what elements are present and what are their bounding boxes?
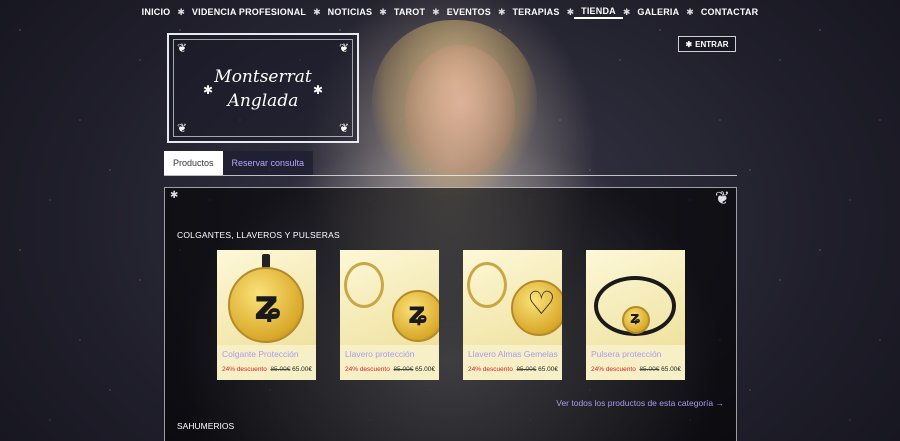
nav-separator-icon: ✱ [622,6,631,17]
nav-item-noticias[interactable]: NOTICIAS [321,7,380,17]
discount-badge: 24% descuento [345,366,390,373]
discount-badge: 24% descuento [468,366,513,373]
nav-separator-icon: ✱ [686,6,694,17]
product-name: Pulsera protección [591,349,662,359]
current-price: 65.00€ [538,366,559,373]
nav-item-inicio[interactable]: INICIO [135,7,178,17]
category-title-sahumerios: SAHUMERIOS [177,421,235,431]
flourish-icon: ❦ [714,188,730,208]
product-image: ʑ [586,250,685,345]
shop-tabs: Productos Reservar consulta [164,151,314,175]
flourish-icon: ❦ [177,121,188,135]
products-panel: ✱ ❦ COLGANTES, LLAVEROS Y PULSERAS ʑ Col… [164,187,737,441]
product-name: Colgante Protección [222,349,299,359]
product-card-llavero-proteccion[interactable]: ʑ Llavero protección 24% descuento 85.00… [340,250,439,380]
current-price: 65.00€ [415,366,436,373]
product-image: ʑ [217,250,316,345]
nav-item-tienda[interactable]: TIENDA [574,6,623,19]
login-label: ENTRAR [695,39,729,49]
current-price: 65.00€ [661,366,682,373]
product-price: 24% descuento 85.00€ 65.00€ [222,366,312,373]
tabs-divider [164,175,737,176]
main-nav: INICIO ✱ VIDENCIA PROFESIONAL ✱ NOTICIAS… [0,0,900,24]
product-image: ʑ [340,250,439,345]
product-price: 24% descuento 85.00€ 65.00€ [468,366,558,373]
old-price: 85.00€ [516,366,537,373]
flourish-icon: ❦ [338,41,349,55]
site-logo[interactable]: ❦ ❦ ❦ ❦ ✱ ✱ Montserrat Anglada [167,33,359,143]
hero-photo-face [405,45,515,175]
product-name: Llavero protección [345,349,415,359]
discount-badge: 24% descuento [591,366,636,373]
product-price: 24% descuento 85.00€ 65.00€ [591,366,681,373]
current-price: 65.00€ [292,366,313,373]
product-card-pulsera-proteccion[interactable]: ʑ Pulsera protección 24% descuento 85.00… [586,250,685,380]
nav-separator-icon: ✱ [566,6,575,17]
nav-item-videncia[interactable]: VIDENCIA PROFESIONAL [185,7,313,17]
nav-item-eventos[interactable]: EVENTOS [440,7,498,17]
old-price: 85.00€ [639,366,660,373]
nav-item-contactar[interactable]: CONTACTAR [694,7,765,17]
product-list: ʑ Colgante Protección 24% descuento 85.0… [217,250,685,380]
product-image: ♡ [463,250,562,345]
logo-line-1: Montserrat [214,67,312,87]
nav-separator-icon: ✱ [177,6,185,17]
star-icon: ✱ [170,190,179,201]
product-name: Llavero Almas Gemelas [468,349,558,359]
discount-badge: 24% descuento [222,366,267,373]
nav-separator-icon: ✱ [497,6,506,17]
nav-separator-icon: ✱ [379,6,387,17]
login-button[interactable]: ✱ ENTRAR [678,36,736,52]
nav-separator-icon: ✱ [313,6,321,17]
nav-item-tarot[interactable]: TAROT [387,7,432,17]
logo-inner-frame [173,39,353,137]
star-icon: ✱ [685,39,693,49]
logo-line-2: Anglada [227,91,299,111]
product-price: 24% descuento 85.00€ 65.00€ [345,366,435,373]
old-price: 85.00€ [393,366,414,373]
category-title: COLGANTES, LLAVEROS Y PULSERAS [177,230,340,240]
nav-item-terapias[interactable]: TERAPIAS [505,7,566,17]
tab-productos[interactable]: Productos [164,151,223,175]
old-price: 85.00€ [270,366,291,373]
flourish-icon: ❦ [177,41,188,55]
product-card-colgante-proteccion[interactable]: ʑ Colgante Protección 24% descuento 85.0… [217,250,316,380]
product-card-llavero-almas-gemelas[interactable]: ♡ Llavero Almas Gemelas 24% descuento 85… [463,250,562,380]
nav-item-galeria[interactable]: GALERIA [630,7,686,17]
tab-reservar-consulta[interactable]: Reservar consulta [222,151,314,175]
nav-separator-icon: ✱ [432,6,440,17]
flourish-icon: ❦ [338,121,349,135]
see-all-products-link[interactable]: Ver todos los productos de esta categorí… [556,398,724,408]
